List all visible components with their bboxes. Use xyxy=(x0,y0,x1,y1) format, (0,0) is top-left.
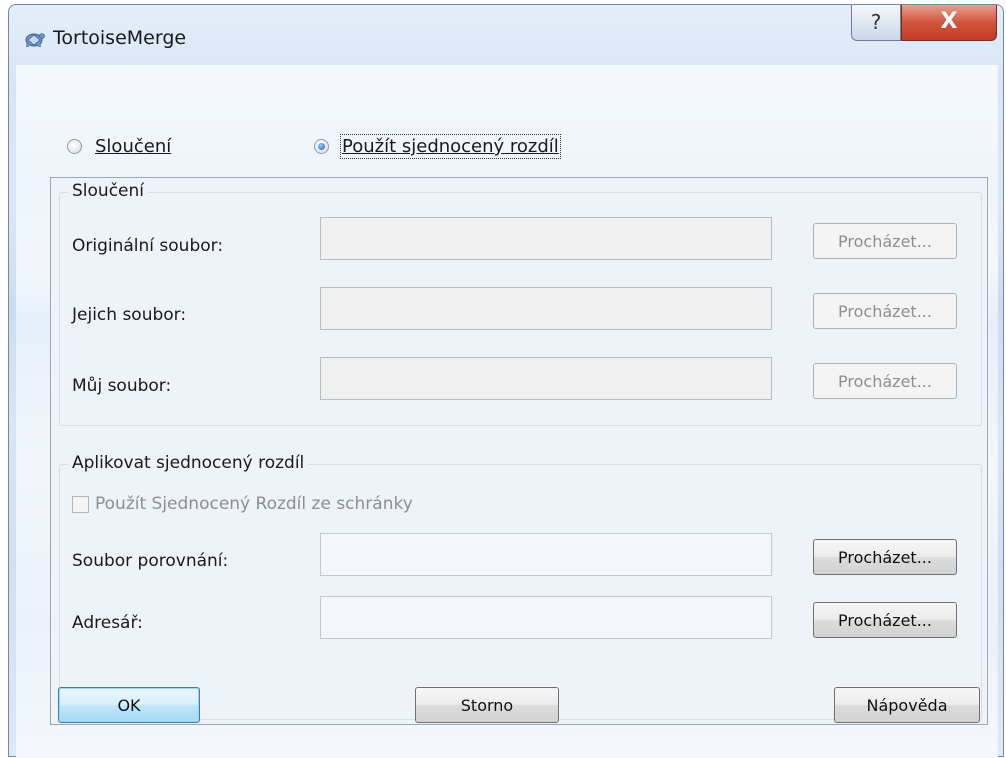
tortoisemerge-dialog: TortoiseMerge ? X Sloučení Použít sjedno… xyxy=(8,4,1004,758)
apply-patch-mode-label: Použít sjednocený rozdíl xyxy=(340,134,561,159)
tortoise-icon xyxy=(25,33,45,47)
title-bar[interactable]: TortoiseMerge ? X xyxy=(9,5,1003,65)
options-panel: Sloučení Originální soubor: Procházet...… xyxy=(50,177,988,725)
radio-button-selected[interactable] xyxy=(314,139,329,154)
cancel-button[interactable]: Storno xyxy=(415,687,559,723)
merge-mode-radio[interactable]: Sloučení xyxy=(67,136,171,157)
ok-button[interactable]: OK xyxy=(58,687,200,723)
clipboard-patch-checkbox[interactable]: Použít Sjednocený Rozdíl ze schránky xyxy=(72,494,413,514)
diff-file-label: Soubor porovnání: xyxy=(72,551,229,571)
merge-group-title: Sloučení xyxy=(68,181,148,201)
directory-browse-button[interactable]: Procházet... xyxy=(813,602,957,638)
apply-patch-group: Aplikovat sjednocený rozdíl Použít Sjedn… xyxy=(59,453,982,720)
clipboard-patch-label: Použít Sjednocený Rozdíl ze schránky xyxy=(95,494,413,514)
help-button[interactable]: Nápověda xyxy=(834,687,980,723)
my-file-browse-button[interactable]: Procházet... xyxy=(813,363,957,399)
dialog-client-area: Sloučení Použít sjednocený rozdíl Slouče… xyxy=(16,65,998,758)
diff-file-input[interactable] xyxy=(320,533,772,576)
help-icon[interactable]: ? xyxy=(851,5,901,41)
directory-input[interactable] xyxy=(320,596,772,639)
original-file-browse-button[interactable]: Procházet... xyxy=(813,223,957,259)
their-file-label: Jejich soubor: xyxy=(72,305,187,325)
directory-label: Adresář: xyxy=(72,613,143,633)
diff-file-browse-button[interactable]: Procházet... xyxy=(813,539,957,575)
their-file-input[interactable] xyxy=(320,287,772,330)
my-file-label: Můj soubor: xyxy=(72,376,172,396)
apply-patch-mode-radio[interactable]: Použít sjednocený rozdíl xyxy=(314,134,561,159)
close-icon[interactable]: X xyxy=(901,5,997,41)
window-title: TortoiseMerge xyxy=(53,27,187,49)
checkbox-box[interactable] xyxy=(72,495,89,513)
their-file-browse-button[interactable]: Procházet... xyxy=(813,293,957,329)
original-file-input[interactable] xyxy=(320,217,772,260)
merge-mode-label: Sloučení xyxy=(95,136,172,157)
merge-group: Sloučení Originální soubor: Procházet...… xyxy=(59,181,982,426)
radio-button-unselected[interactable] xyxy=(67,139,82,154)
original-file-label: Originální soubor: xyxy=(72,236,224,256)
my-file-input[interactable] xyxy=(320,357,772,400)
apply-patch-group-title: Aplikovat sjednocený rozdíl xyxy=(68,453,309,473)
